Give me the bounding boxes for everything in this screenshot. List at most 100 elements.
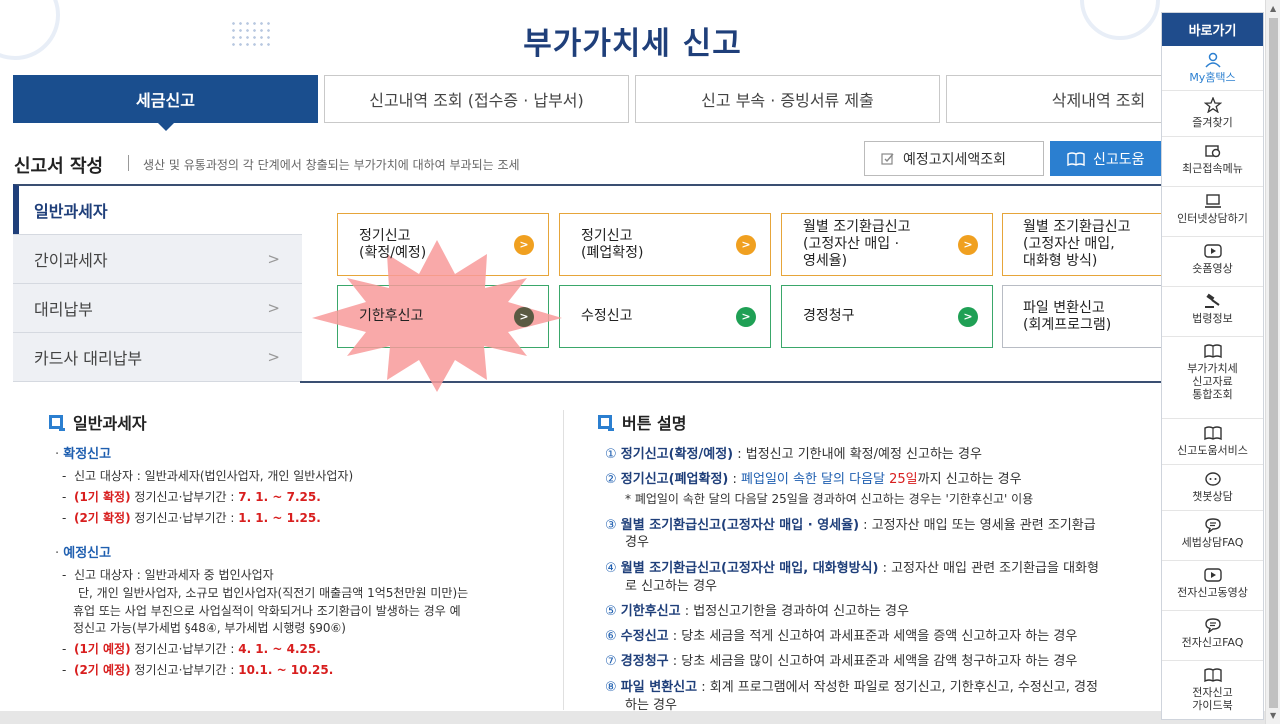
quick-chatbot[interactable]: 챗봇상담 (1162, 465, 1263, 511)
desc-item-7: ⑦ 경정청구 : 당초 세금을 많이 신고하여 과세표준과 세액을 감액 청구하… (605, 650, 1077, 669)
quick-links-bar: 바로가기 My홈택스 즐겨찾기 최근접속메뉴 인터넷상담하기 숏폼영상 법령정보… (1161, 12, 1264, 720)
desc-item-5: ⑤ 기한후신고 : 법정신고기한을 경과하여 신고하는 경우 (605, 600, 909, 619)
arrow-right-icon: > (514, 306, 534, 327)
period-text: 정기신고·납부기간 : (130, 642, 239, 656)
dash-bullet: - (62, 511, 74, 525)
estimated-tax-lookup-button[interactable]: 예정고지세액조회 (864, 141, 1044, 176)
desc-item-8: ⑧ 파일 변환신고 : 회계 프로그램에서 작성한 파일로 정기신고, 기한후신… (605, 676, 1098, 695)
tab-filing-history[interactable]: 신고내역 조회 (접수증 · 납부서) (324, 75, 629, 123)
page-title: 부가가치세 신고 (523, 26, 742, 62)
card-regular-filing-closure[interactable]: 정기신고 (폐업확정) > (559, 213, 771, 276)
item-number: ⑧ (605, 680, 617, 695)
scrollbar-thumb[interactable] (1269, 18, 1278, 708)
quick-short-videos[interactable]: 숏폼영상 (1162, 237, 1263, 287)
side-item-label: 간이과세자 (34, 251, 108, 270)
item-text: : 고정자산 매입 또는 영세율 관련 조기환급 (859, 518, 1096, 533)
section-description: 생산 및 유통과정의 각 단계에서 창출되는 부가가치에 대하여 부과되는 조세 (143, 158, 520, 172)
quick-label: 인터넷상담하기 (1177, 212, 1248, 225)
quick-links-title: 바로가기 (1162, 13, 1263, 46)
card-file-conversion-filing[interactable]: 파일 변환신고 (회계프로그램) (1002, 285, 1170, 348)
item-text-blue: 폐업일이 속한 달의 다음달 (741, 472, 890, 487)
quick-filing-help-service[interactable]: 신고도움서비스 (1162, 419, 1263, 465)
book-icon (1067, 151, 1085, 166)
quick-label: 최근접속메뉴 (1182, 162, 1243, 175)
period-date: 1. 1. ~ 1.25. (238, 511, 321, 525)
button-description-heading: 버튼 설명 (598, 410, 686, 434)
card-early-refund-zero-rate[interactable]: 월별 조기환급신고 (고정자산 매입 · 영세율) > (781, 213, 993, 276)
item-number: ⑥ (605, 629, 617, 644)
quick-label: 세법상담FAQ (1181, 536, 1244, 549)
card-label: 기한후신고 (359, 308, 424, 324)
card-label: 월별 조기환급신고 (고정자산 매입, 대화형 방식) (1023, 219, 1131, 269)
tab-tax-filing[interactable]: 세금신고 (13, 75, 318, 131)
side-item-simplified-taxpayer[interactable]: 간이과세자 > (13, 234, 302, 283)
item-text-red: 25일 (889, 472, 918, 487)
quick-e-filing-faq[interactable]: 전자신고FAQ (1162, 611, 1263, 661)
bottom-bar (0, 711, 1265, 724)
scroll-up-arrow-icon[interactable]: ▲ (1270, 4, 1276, 13)
filing-help-label: 신고도움 (1093, 151, 1145, 168)
quick-law-info[interactable]: 법령정보 (1162, 287, 1263, 337)
quick-e-filing-video[interactable]: 전자신고동영상 (1162, 561, 1263, 611)
arrow-right-icon: > (514, 234, 534, 255)
square-bullet-icon (49, 415, 65, 431)
quick-favorites[interactable]: 즐겨찾기 (1162, 91, 1263, 137)
card-late-filing[interactable]: 기한후신고 > (337, 285, 549, 348)
tab-supporting-docs[interactable]: 신고 부속 · 증빙서류 제출 (635, 75, 940, 123)
side-item-general-taxpayer[interactable]: 일반과세자 (13, 184, 302, 234)
quick-recent-menu[interactable]: 최근접속메뉴 (1162, 137, 1263, 187)
quick-label: 즐겨찾기 (1192, 116, 1233, 129)
desc-item-3-cont: 경우 (625, 535, 649, 550)
arrow-right-icon: > (958, 306, 978, 327)
confirm-filing-heading: · 확정신고 (55, 443, 111, 462)
item-number: ② (605, 472, 617, 487)
prelim-target-2: 단, 개인 일반사업자, 소규모 법인사업자(직전기 매출금액 1억5천만원 미… (78, 586, 469, 600)
general-taxpayer-heading: 일반과세자 (49, 410, 147, 434)
side-item-card-proxy-payment[interactable]: 카드사 대리납부 > (13, 332, 302, 382)
chatbot-icon (1204, 472, 1221, 486)
item-head: 정기신고(폐업확정) (620, 472, 729, 487)
tab-bar: 세금신고 신고내역 조회 (접수증 · 납부서) 신고 부속 · 증빙서류 제출… (13, 75, 1251, 131)
card-amended-filing[interactable]: 수정신고 > (559, 285, 771, 348)
period-tag: (2기 확정) (73, 511, 131, 525)
book-icon (1203, 426, 1222, 441)
quick-vat-data-lookup[interactable]: 부가가치세 신고자료 통합조회 (1162, 337, 1263, 419)
quick-e-filing-guidebook[interactable]: 전자신고 가이드북 (1162, 661, 1263, 719)
quick-tax-law-faq[interactable]: 세법상담FAQ (1162, 511, 1263, 561)
filing-help-button[interactable]: 신고도움 (1050, 141, 1170, 176)
desc-item-1: ① 정기신고(확정/예정) : 법정신고 기한내에 확정/예정 신고하는 경우 (605, 443, 982, 462)
prelim-period-2: - (2기 예정) 정기신고·납부기간 : 10.1. ~ 10.25. (62, 661, 333, 678)
card-early-refund-interactive[interactable]: 월별 조기환급신고 (고정자산 매입, 대화형 방식) (1002, 213, 1170, 276)
laptop-chat-icon (1204, 194, 1221, 208)
heading-label: 일반과세자 (73, 414, 147, 433)
chat-bubble-icon (1204, 618, 1221, 633)
item-text: : (728, 472, 742, 487)
desc-item-4-cont: 로 신고하는 경우 (625, 579, 717, 594)
card-correction-claim[interactable]: 경정청구 > (781, 285, 993, 348)
item-text: : 법정신고기한을 경과하여 신고하는 경우 (680, 604, 909, 619)
card-regular-filing-confirm[interactable]: 정기신고 (확정/예정) > (337, 213, 549, 276)
star-icon (1203, 97, 1222, 113)
section-title: 신고서 작성 (14, 156, 104, 177)
arrow-right-icon: > (736, 306, 756, 327)
chevron-right-icon: > (267, 348, 280, 366)
item-number: ① (605, 447, 617, 462)
confirm-period-1: - (1기 확정) 정기신고·납부기간 : 7. 1. ~ 7.25. (62, 488, 321, 505)
arrow-right-icon: > (736, 234, 756, 255)
side-item-proxy-payment[interactable]: 대리납부 > (13, 283, 302, 332)
period-tag: (1기 확정) (73, 490, 131, 504)
dash-bullet: - (62, 568, 74, 582)
scroll-down-arrow-icon[interactable]: ▼ (1270, 711, 1276, 720)
page-scrollbar[interactable]: ▲ ▼ (1265, 0, 1280, 724)
period-text: 정기신고·납부기간 : (130, 663, 239, 677)
quick-internet-consult[interactable]: 인터넷상담하기 (1162, 187, 1263, 237)
card-label: 정기신고 (폐업확정) (581, 227, 644, 261)
card-label: 정기신고 (확정/예정) (359, 227, 427, 261)
quick-label: My홈택스 (1189, 71, 1236, 84)
chat-bubble-icon (1204, 518, 1221, 533)
quick-label: 신고도움서비스 (1177, 444, 1248, 457)
item-head: 파일 변환신고 (620, 680, 698, 695)
chevron-right-icon: > (267, 250, 280, 268)
dash-bullet: - (62, 469, 74, 483)
quick-my-hometax[interactable]: My홈택스 (1162, 46, 1263, 91)
